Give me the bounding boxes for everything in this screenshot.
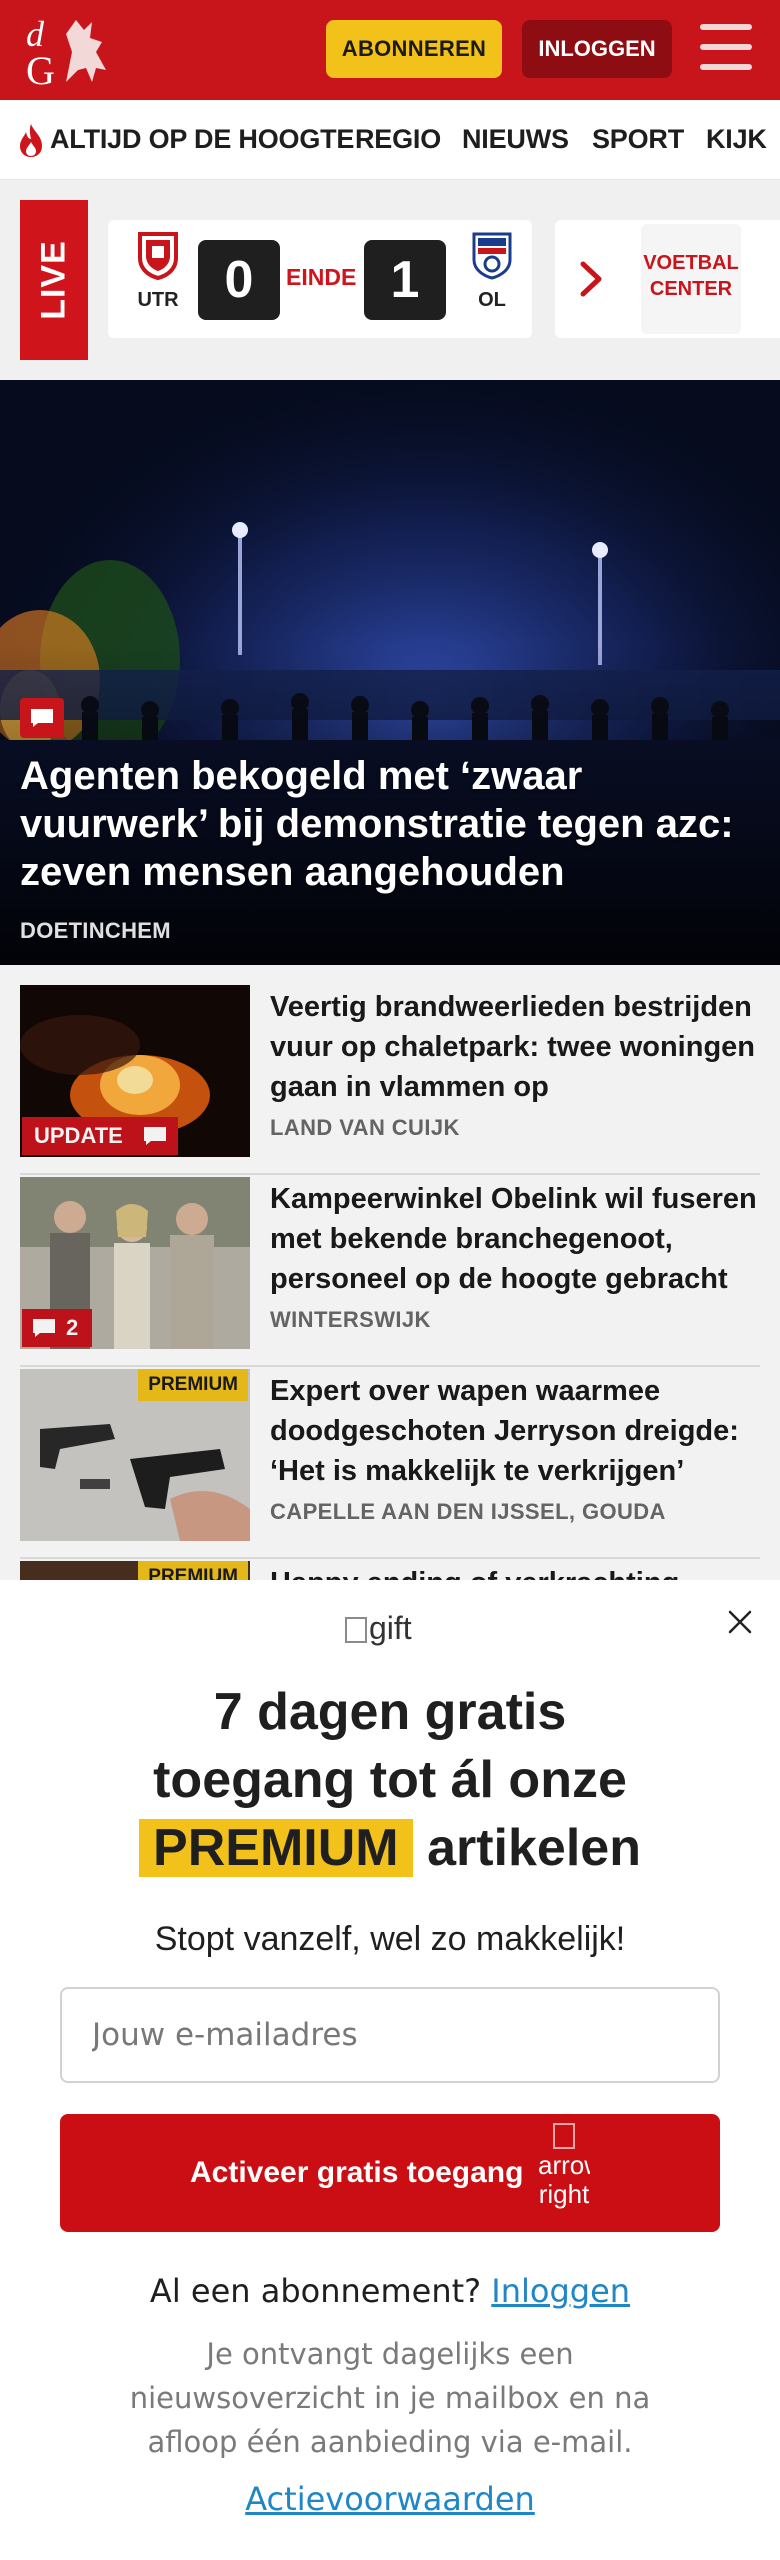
login-button[interactable]: INLOGGEN bbox=[522, 20, 672, 78]
email-field[interactable] bbox=[60, 1987, 720, 2083]
site-logo[interactable]: d G bbox=[22, 12, 118, 93]
voetbal-center-link[interactable]: VOETBAL CENTER bbox=[641, 224, 741, 334]
close-icon[interactable] bbox=[720, 1602, 760, 1642]
comment-icon bbox=[33, 1319, 55, 1337]
subscribe-button[interactable]: ABONNEREN bbox=[326, 20, 502, 78]
comment-badge: 2 bbox=[22, 1309, 92, 1347]
menu-icon[interactable] bbox=[700, 24, 752, 72]
login-prompt: Al een abonnement? Inloggen bbox=[149, 2272, 631, 2310]
main-nav: ALTIJD OP DE HOOGTE REGIO NIEUWS SPORT K… bbox=[0, 100, 780, 180]
comment-icon bbox=[31, 709, 53, 727]
terms-link-row: Actievoorwaarden bbox=[40, 2480, 740, 2518]
gift-image: gift bbox=[345, 1610, 435, 1650]
hero-article[interactable]: Agenten bekogeld met ‘zwaar vuurwerk’ bi… bbox=[0, 380, 780, 965]
away-team-abbr: OL bbox=[478, 289, 506, 311]
comment-badge bbox=[20, 698, 64, 738]
live-tag: LIVE bbox=[20, 200, 88, 360]
chevron-right-icon bbox=[580, 261, 602, 297]
hero-title[interactable]: Agenten bekogeld met ‘zwaar vuurwerk’ bi… bbox=[20, 752, 760, 896]
list-item[interactable]: PREMIUM Expert over wapen waarmee doodge… bbox=[20, 1369, 760, 1559]
flame-icon bbox=[20, 124, 42, 157]
terms-link[interactable]: Actievoorwaarden bbox=[245, 2480, 535, 2518]
premium-highlight: PREMIUM bbox=[139, 1819, 413, 1877]
utr-crest-icon bbox=[138, 232, 178, 281]
trial-signup-modal: gift 7 dagen gratis toegang tot ál onze … bbox=[0, 1580, 780, 2560]
nav-item-regio[interactable]: REGIO bbox=[355, 124, 441, 155]
login-link[interactable]: Inloggen bbox=[491, 2272, 630, 2310]
update-badge: UPDATE bbox=[22, 1117, 135, 1155]
home-team-abbr: UTR bbox=[137, 289, 179, 311]
article-location: LAND VAN CUIJK bbox=[270, 1115, 460, 1140]
list-item[interactable]: 2 Kampeerwinkel Obelink wil fuseren met … bbox=[20, 1177, 760, 1367]
article-title[interactable]: Expert over wapen waarmee doodgeschoten … bbox=[270, 1371, 760, 1491]
list-item[interactable]: UPDATE Veertig brandweerlieden bestrijde… bbox=[20, 985, 760, 1175]
arrow-right-icon: arrow-right bbox=[538, 2122, 590, 2222]
comment-badge bbox=[132, 1117, 178, 1155]
article-location: WINTERSWIJK bbox=[270, 1307, 431, 1332]
premium-badge: PREMIUM bbox=[138, 1369, 248, 1401]
modal-title: 7 dagen gratis toegang tot ál onze PREMI… bbox=[60, 1678, 720, 1882]
comment-icon bbox=[144, 1127, 166, 1145]
modal-subtitle: Stopt vanzelf, wel zo makkelijk! bbox=[154, 1920, 626, 1958]
info-text: Je ontvangt dagelijks een nieuwsoverzich… bbox=[129, 2337, 651, 2459]
home-score: 0 bbox=[198, 240, 280, 320]
hero-location: DOETINCHEM bbox=[20, 918, 171, 943]
voetbal-center-card[interactable]: VOETBAL CENTER bbox=[555, 220, 780, 338]
site-header: d G ABONNEREN INLOGGEN bbox=[0, 0, 780, 100]
article-title[interactable]: Kampeerwinkel Obelink wil fuseren met be… bbox=[270, 1179, 760, 1299]
svg-text:G: G bbox=[26, 48, 55, 90]
broken-image-icon bbox=[345, 1617, 367, 1643]
away-team: OL bbox=[462, 230, 522, 312]
nav-item-nieuws[interactable]: NIEUWS bbox=[462, 124, 569, 155]
article-title[interactable]: Veertig brandweerlieden bestrijden vuur … bbox=[270, 987, 760, 1107]
match-status: EINDE bbox=[286, 264, 357, 290]
article-location: CAPELLE AAN DEN IJSSEL, GOUDA bbox=[270, 1499, 666, 1524]
nav-item-altijd-op-de-hoogte[interactable]: ALTIJD OP DE HOOGTE bbox=[50, 124, 354, 155]
nav-item-kijk[interactable]: KIJK bbox=[706, 124, 767, 155]
match-card[interactable]: UTR 0 EINDE 1 OL bbox=[108, 220, 532, 338]
ol-crest-icon bbox=[472, 232, 512, 280]
comment-count: 2 bbox=[66, 1315, 79, 1340]
home-team: UTR bbox=[128, 230, 188, 312]
away-score: 1 bbox=[364, 240, 446, 320]
nav-item-sport[interactable]: SPORT bbox=[592, 124, 684, 155]
activate-trial-button[interactable]: Activeer gratis toegang arrow-right bbox=[60, 2114, 720, 2232]
